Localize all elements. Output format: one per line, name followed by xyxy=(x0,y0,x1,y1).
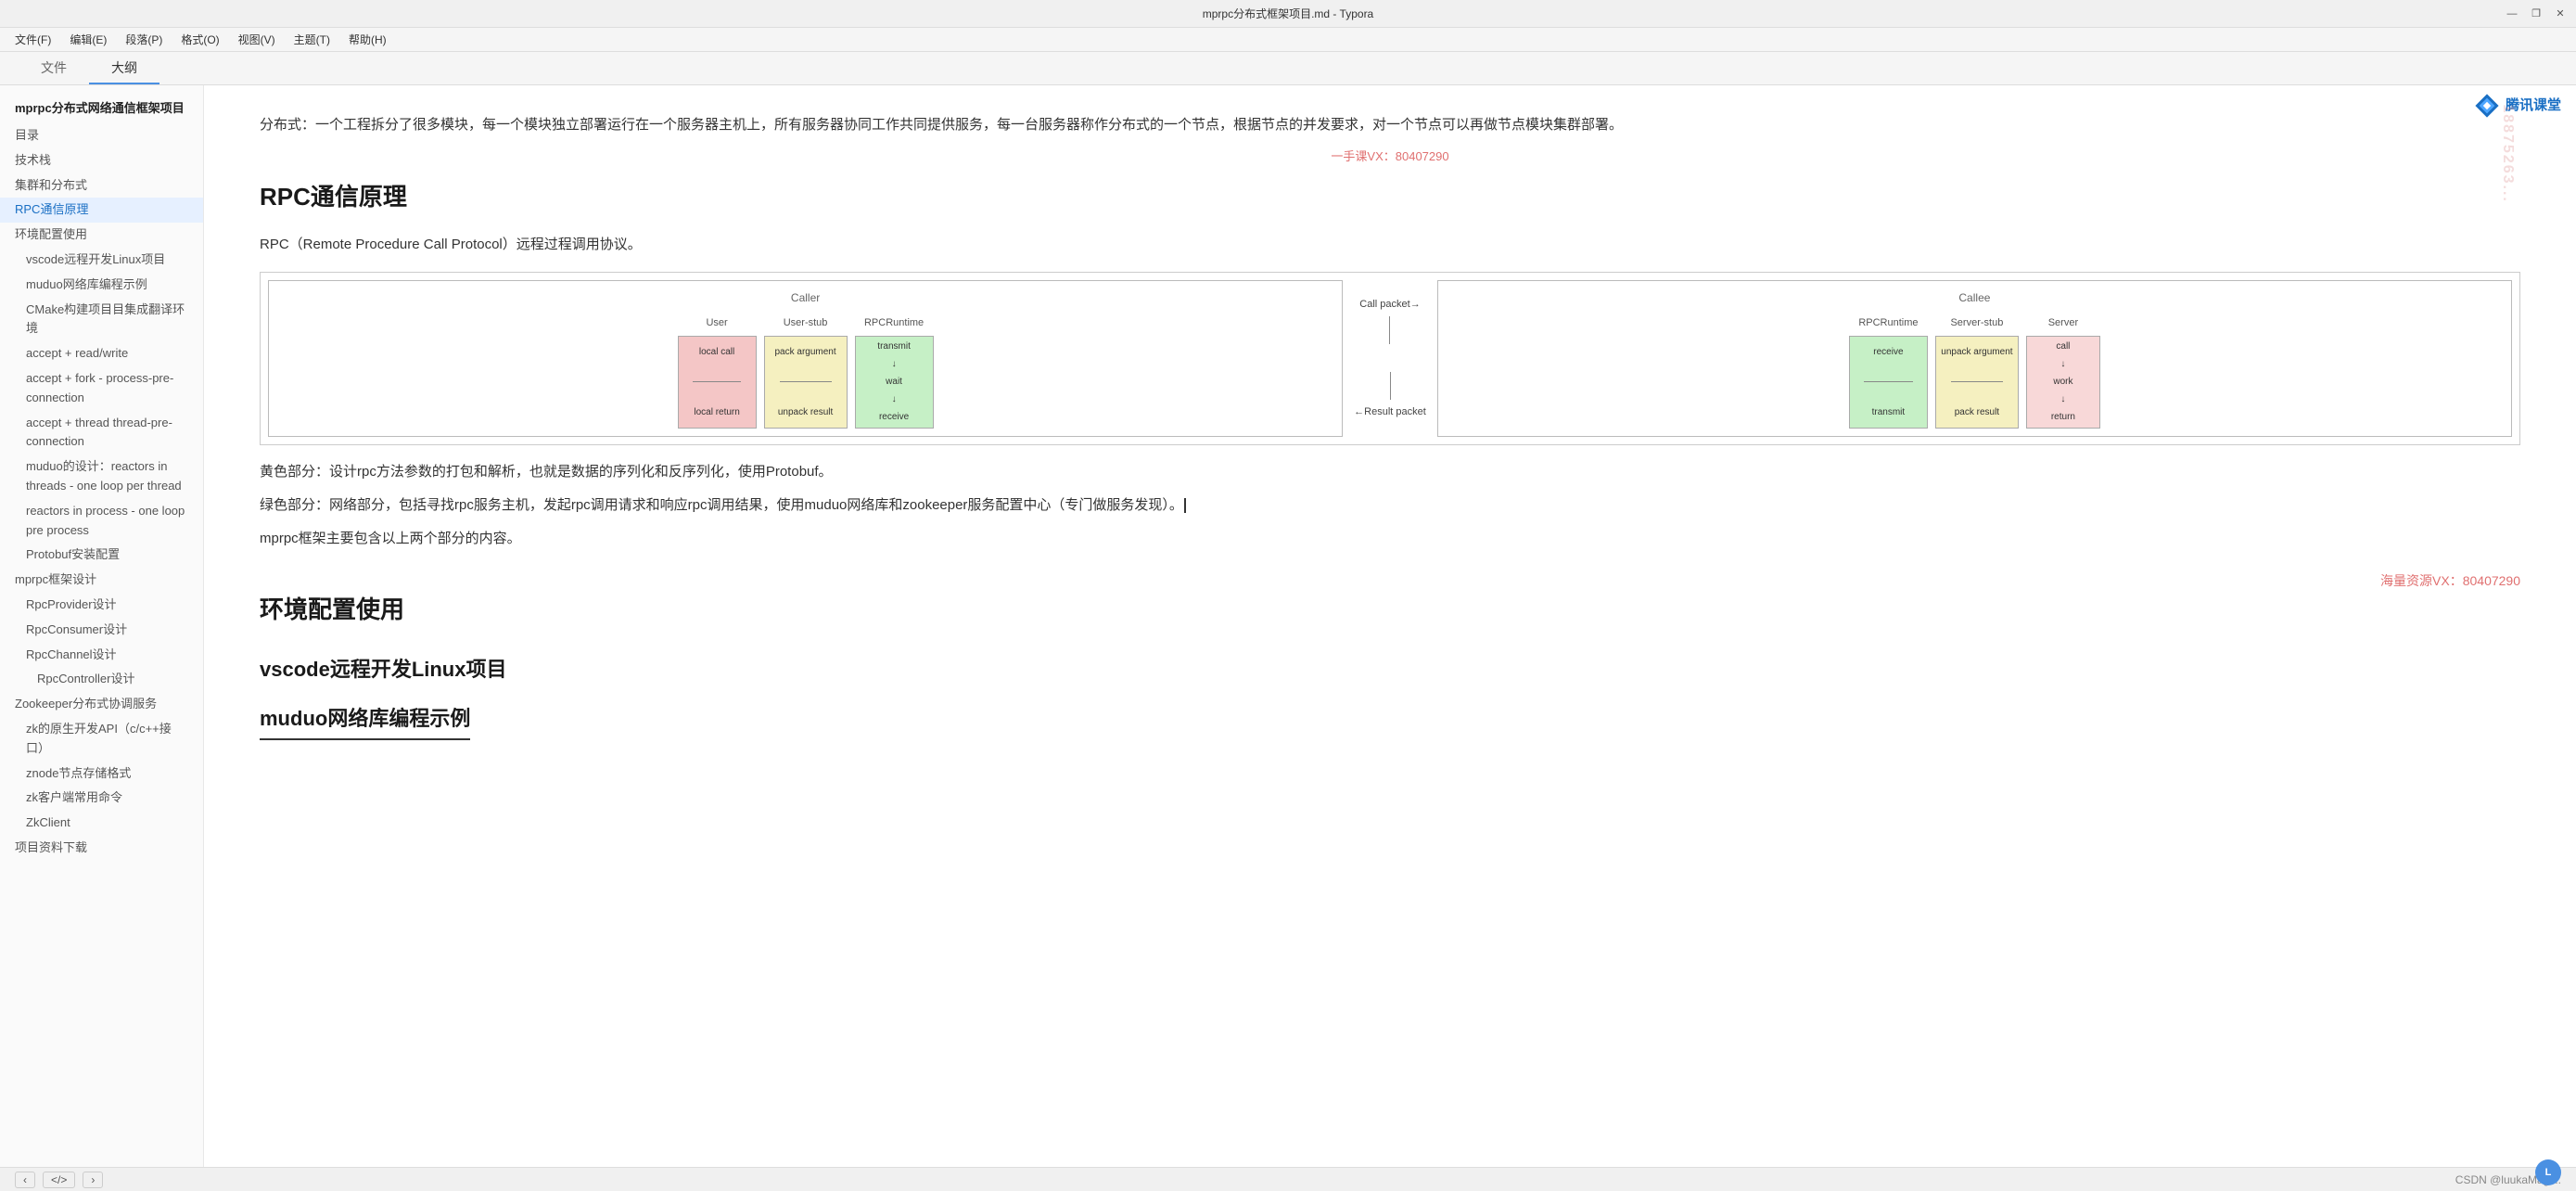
caller-boxes: User local call local return User-stub p… xyxy=(276,314,1334,429)
yellow-para: 黄色部分：设计rpc方法参数的打包和解析，也就是数据的序列化和反序列化，使用Pr… xyxy=(260,460,2520,484)
sidebar-item-13[interactable]: Protobuf安装配置 xyxy=(0,543,203,568)
sidebar-item-9[interactable]: accept + fork - process-pre-connection xyxy=(0,366,203,411)
code-toggle-button[interactable]: </> xyxy=(43,1172,75,1188)
sidebar-item-22[interactable]: zk客户端常用命令 xyxy=(0,786,203,811)
main-layout: mprpc分布式网络通信框架项目 目录技术栈集群和分布式RPC通信原理环境配置使… xyxy=(0,85,2576,1167)
restore-button[interactable]: ❐ xyxy=(2530,7,2543,20)
sidebar-item-16[interactable]: RpcConsumer设计 xyxy=(0,618,203,643)
green-para: 绿色部分：网络部分，包括寻找rpc服务主机，发起rpc调用请求和响应rpc调用结… xyxy=(260,493,2520,518)
tab-file[interactable]: 文件 xyxy=(19,53,89,84)
menu-item-编辑e[interactable]: 编辑(E) xyxy=(62,30,114,49)
callee-label: Callee xyxy=(1446,288,2504,307)
sidebar-item-14[interactable]: mprpc框架设计 xyxy=(0,568,203,593)
section2-heading: 环境配置使用 xyxy=(260,589,2520,630)
sidebar-item-19[interactable]: Zookeeper分布式协调服务 xyxy=(0,692,203,717)
caller-user-stub-label: User-stub xyxy=(784,314,828,332)
menu-item-段落p[interactable]: 段落(P) xyxy=(118,30,170,49)
caller-user-stub-box: User-stub pack argument unpack result xyxy=(764,314,848,429)
sidebar-item-17[interactable]: RpcChannel设计 xyxy=(0,643,203,668)
callee-server-rect: call ↓ work ↓ return xyxy=(2026,336,2100,429)
sidebar-item-6[interactable]: muduo网络库编程示例 xyxy=(0,273,203,298)
sidebar-item-4[interactable]: 环境配置使用 xyxy=(0,223,203,248)
rpc-intro-para: RPC（Remote Procedure Call Protocol）远程过程调… xyxy=(260,233,2520,257)
menu-item-帮助h[interactable]: 帮助(H) xyxy=(341,30,394,49)
callee-server-stub-rect: unpack argument pack result xyxy=(1935,336,2019,429)
rpc-heading: RPC通信原理 xyxy=(260,176,2520,217)
close-button[interactable]: ✕ xyxy=(2554,7,2567,20)
bottom-navigation: ‹ </> › xyxy=(15,1172,103,1188)
sidebar-item-12[interactable]: reactors in process - one loop pre proce… xyxy=(0,499,203,544)
callee-boxes: RPCRuntime receive transmit Server-stub … xyxy=(1446,314,2504,429)
vx-watermark-top: 一手课VX：80407290 xyxy=(260,147,2520,167)
caller-user-label: User xyxy=(706,314,727,332)
sidebar-item-3[interactable]: RPC通信原理 xyxy=(0,198,203,223)
sidebar-item-23[interactable]: ZkClient xyxy=(0,811,203,836)
section4-heading: muduo网络库编程示例 xyxy=(260,701,2520,739)
sidebar-item-2[interactable]: 集群和分布式 xyxy=(0,173,203,198)
window-controls: — ❐ ✕ xyxy=(2506,7,2567,20)
caller-side: Caller User local call local return User… xyxy=(268,280,1343,437)
minimize-button[interactable]: — xyxy=(2506,7,2519,20)
caller-user-box: User local call local return xyxy=(678,314,757,429)
sidebar-item-24[interactable]: 项目资料下载 xyxy=(0,836,203,861)
caller-user-rect: local call local return xyxy=(678,336,757,429)
watermark-vx-bottom: 海量资源VX：80407290 xyxy=(2380,570,2520,593)
sidebar-project-title: mprpc分布式网络通信框架项目 xyxy=(0,95,203,120)
tab-outline[interactable]: 大纲 xyxy=(89,53,159,84)
bottom-bar: ‹ </> › CSDN @luukaMagi... L xyxy=(0,1167,2576,1191)
callee-side: Callee RPCRuntime receive transmit Serve… xyxy=(1437,280,2512,437)
summary-para: mprpc框架主要包含以上两个部分的内容。 xyxy=(260,527,2520,551)
caller-user-stub-rect: pack argument unpack result xyxy=(764,336,848,429)
caller-rpcruntime-rect: transmit ↓ wait ↓ receive xyxy=(855,336,934,429)
callee-server-stub-box: Server-stub unpack argument pack result xyxy=(1935,314,2019,429)
sidebar-item-5[interactable]: vscode远程开发Linux项目 xyxy=(0,248,203,273)
callee-rpcruntime-box: RPCRuntime receive transmit xyxy=(1849,314,1928,429)
next-button[interactable]: › xyxy=(83,1172,103,1188)
result-packet-arrow: ←Result packet xyxy=(1354,372,1426,421)
menu-bar: 文件(F)编辑(E)段落(P)格式(O) 视图(V)主题(T)帮助(H) xyxy=(0,28,2576,52)
caller-rpcruntime-box: RPCRuntime transmit ↓ wait ↓ receive xyxy=(855,314,934,429)
sidebar-item-20[interactable]: zk的原生开发API（c/c++接口） xyxy=(0,717,203,762)
text-cursor xyxy=(1184,498,1186,513)
diagram-arrows: Call packet→ ←Result packet xyxy=(1350,273,1430,444)
caller-rpcruntime-label: RPCRuntime xyxy=(864,314,924,332)
sidebar-item-15[interactable]: RpcProvider设计 xyxy=(0,593,203,618)
call-packet-arrow: Call packet→ xyxy=(1359,296,1420,345)
callee-server-box: Server call ↓ work ↓ return xyxy=(2026,314,2100,429)
title-bar: mprpc分布式框架项目.md - Typora — ❐ ✕ xyxy=(0,0,2576,28)
caller-label: Caller xyxy=(276,288,1334,307)
sidebar-item-18[interactable]: RpcController设计 xyxy=(0,667,203,692)
sidebar-item-7[interactable]: CMake构建项目目集成翻译环境 xyxy=(0,298,203,342)
menu-item-主题t[interactable]: 主题(T) xyxy=(287,30,338,49)
sidebar-item-21[interactable]: znode节点存储格式 xyxy=(0,762,203,787)
title-bar-text: mprpc分布式框架项目.md - Typora xyxy=(1203,6,1373,21)
sidebar-item-10[interactable]: accept + thread thread-pre-connection xyxy=(0,411,203,455)
prev-button[interactable]: ‹ xyxy=(15,1172,35,1188)
section3-heading: vscode远程开发Linux项目 xyxy=(260,652,2520,686)
menu-item-格式o[interactable]: 格式(O) xyxy=(173,30,226,49)
callee-server-stub-label: Server-stub xyxy=(1950,314,2003,332)
sidebar-item-8[interactable]: accept + read/write xyxy=(0,341,203,366)
user-avatar[interactable]: L xyxy=(2535,1159,2561,1185)
callee-rpcruntime-rect: receive transmit xyxy=(1849,336,1928,429)
sidebar-item-1[interactable]: 技术栈 xyxy=(0,148,203,173)
menu-item-视图v[interactable]: 视图(V) xyxy=(231,30,283,49)
rpc-diagram: Caller User local call local return User… xyxy=(260,272,2520,445)
sidebar: mprpc分布式网络通信框架项目 目录技术栈集群和分布式RPC通信原理环境配置使… xyxy=(0,85,204,1167)
sidebar-item-11[interactable]: muduo的设计：reactors in threads - one loop … xyxy=(0,455,203,499)
sidebar-item-0[interactable]: 目录 xyxy=(0,123,203,148)
callee-rpcruntime-label: RPCRuntime xyxy=(1858,314,1918,332)
menu-item-文件f[interactable]: 文件(F) xyxy=(7,30,58,49)
tab-bar: 文件 大纲 xyxy=(0,52,2576,85)
intro-paragraph: 分布式：一个工程拆分了很多模块，每一个模块独立部署运行在一个服务器主机上，所有服… xyxy=(260,113,2520,137)
content-area[interactable]: 腾讯课堂 18875263... 分布式：一个工程拆分了很多模块，每一个模块独立… xyxy=(204,85,2576,1167)
callee-server-label: Server xyxy=(2048,314,2078,332)
